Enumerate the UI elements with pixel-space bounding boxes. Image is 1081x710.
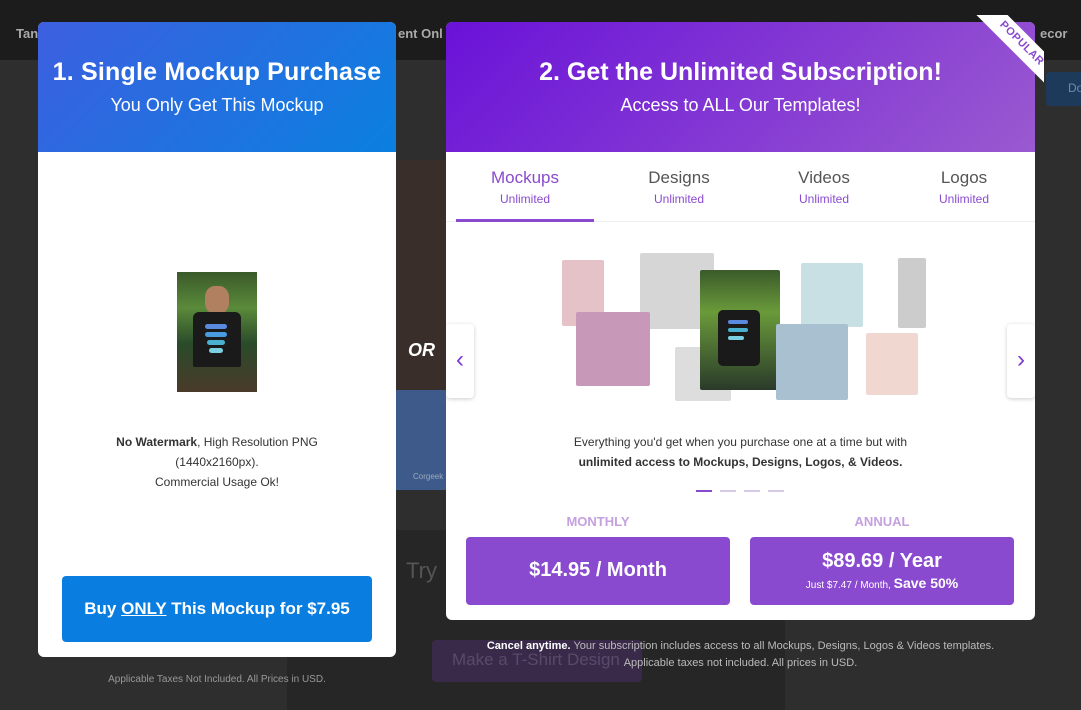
chevron-right-icon: › [1017,346,1025,373]
single-purchase-card: 1. Single Mockup Purchase You Only Get T… [38,22,396,657]
single-purchase-title: 1. Single Mockup Purchase [52,58,382,86]
buy-single-mockup-button[interactable]: Buy ONLY This Mockup for $7.95 [62,576,372,642]
collage-tile [576,312,650,386]
category-tabs: Mockups Unlimited Designs Unlimited Vide… [446,152,1035,222]
unlimited-header: 2. Get the Unlimited Subscription! Acces… [446,22,1035,152]
monthly-plan-button[interactable]: $14.95 / Month [466,537,730,605]
background-nav-item: ent Onl [398,26,443,41]
or-divider: OR [408,340,435,360]
collage-tile [776,324,848,400]
carousel-dot[interactable] [696,490,712,492]
subscription-footer: Cancel anytime. Your subscription includ… [486,640,995,669]
background-heading: Try [406,558,437,583]
collage-stripe [728,336,744,340]
single-purchase-footer: Applicable Taxes Not Included. All Price… [108,674,326,685]
background-nav-item: ecor [1040,26,1068,41]
mockup-preview-image [177,272,257,392]
monthly-plan-label: MONTHLY [566,514,630,529]
collage-tile [866,333,918,395]
carousel-prev-button[interactable]: ‹ [446,324,474,398]
tab-mockups[interactable]: Mockups Unlimited [456,152,594,222]
carousel-dot[interactable] [720,490,736,492]
single-purchase-header: 1. Single Mockup Purchase You Only Get T… [38,22,396,152]
carousel-dot[interactable] [768,490,784,492]
annual-plan-label: ANNUAL [854,514,910,529]
carousel-next-button[interactable]: › [1007,324,1035,398]
collage-stripe [728,328,748,332]
collage-tile [801,263,863,327]
carousel-dot[interactable] [744,490,760,492]
chevron-left-icon: ‹ [456,346,464,373]
collage-tile [898,258,926,328]
background-button: Do [1046,72,1081,106]
single-purchase-subtitle: You Only Get This Mockup [110,95,324,115]
single-purchase-description: No Watermark, High Resolution PNG (1440x… [116,435,318,489]
popular-ribbon: POPULAR [974,15,1044,85]
unlimited-description: Everything you'd get when you purchase o… [573,435,908,469]
tab-logos[interactable]: Logos Unlimited [904,152,1024,222]
unlimited-subtitle: Access to ALL Our Templates! [620,95,861,115]
unlimited-subscription-card: 2. Get the Unlimited Subscription! Acces… [446,22,1035,620]
background-nav-item: Tan [16,26,39,41]
tab-designs[interactable]: Designs Unlimited [614,152,744,222]
unlimited-title: 2. Get the Unlimited Subscription! [539,58,942,86]
background-thumbnail-label: Corgeek [413,472,444,481]
tab-videos[interactable]: Videos Unlimited [764,152,884,222]
annual-plan-button[interactable]: $89.69 / Year Just $7.47 / Month, Save 5… [750,537,1014,605]
collage-stripe [728,320,748,324]
